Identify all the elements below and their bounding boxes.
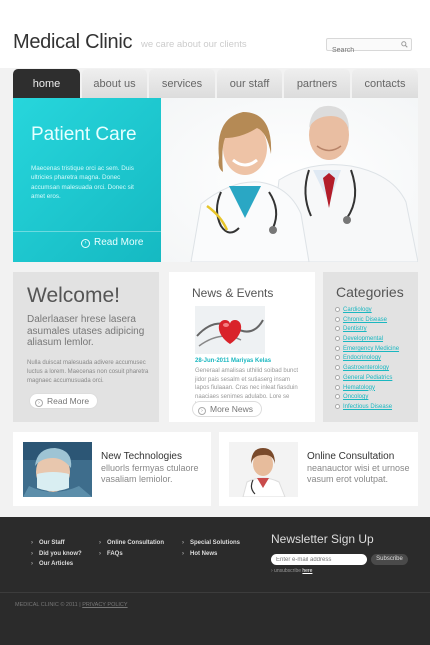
footer-links-column: Our Staff Did you know? Our Articles	[31, 538, 82, 570]
bullet-icon	[335, 394, 340, 400]
bullet-icon	[335, 384, 340, 390]
footer-link[interactable]: FAQs	[99, 549, 164, 560]
footer-links-column: Special Solutions Hot News	[182, 538, 240, 559]
bullet-icon	[335, 336, 340, 342]
main-nav: home about us services our staff partner…	[13, 69, 418, 98]
feature-new-technologies: New Technologies elluorls fermyas ctulao…	[13, 432, 211, 506]
arrow-circle-icon: ›	[198, 407, 206, 415]
header: Medical Clinic we care about our clients	[0, 0, 430, 68]
categories-block: Categories Cardiology Chronic Disease De…	[323, 272, 418, 422]
category-item[interactable]: Hematology	[335, 384, 399, 394]
tab-about-us[interactable]: about us	[82, 69, 147, 98]
hero-doctors-photo	[161, 98, 418, 262]
news-heart-stethoscope-image[interactable]	[195, 306, 265, 354]
footer-link[interactable]: Did you know?	[31, 549, 82, 560]
footer-divider	[0, 592, 430, 593]
bullet-icon	[335, 345, 340, 351]
footer-links-column: Online Consultation FAQs	[99, 538, 164, 559]
doctor-photo[interactable]	[229, 442, 298, 497]
hero-divider	[13, 231, 161, 232]
welcome-text: Nulla duiscat malesuada adivere accumuse…	[27, 360, 149, 384]
bullet-icon	[335, 307, 340, 312]
newsletter-title: Newsletter Sign Up	[271, 532, 374, 546]
bullet-icon	[335, 326, 340, 332]
search-icon[interactable]	[401, 41, 408, 48]
welcome-read-more-button[interactable]: › Read More	[29, 393, 99, 409]
categories-list: Cardiology Chronic Disease Dentistry Dev…	[335, 306, 399, 413]
category-item[interactable]: General Pediatrics	[335, 374, 399, 384]
category-item[interactable]: Developmental	[335, 335, 399, 345]
category-item[interactable]: Infectious Disease	[335, 403, 399, 413]
hero-read-more-label: Read More	[94, 237, 144, 248]
search-box	[326, 38, 412, 56]
copyright: MEDICAL CLINIC © 2011 | PRIVACY POLICY	[15, 602, 128, 608]
subscribe-button[interactable]: Subscribe	[371, 554, 408, 565]
tab-partners[interactable]: partners	[284, 69, 350, 98]
feature-online-consultation: Online Consultation neanauctor wisi et u…	[219, 432, 418, 506]
feature-text: elluorls fermyas ctulaore vasaliam lemio…	[101, 463, 199, 484]
footer-link[interactable]: Online Consultation	[99, 538, 164, 549]
privacy-policy-link[interactable]: PRIVACY POLICY	[82, 602, 127, 608]
footer-link[interactable]: Our Articles	[31, 559, 82, 570]
tab-services[interactable]: services	[149, 69, 215, 98]
feature-title[interactable]: New Technologies	[101, 451, 182, 462]
feature-title[interactable]: Online Consultation	[307, 451, 394, 462]
copyright-text: MEDICAL CLINIC © 2011 |	[15, 602, 81, 608]
hero-panel: Patient Care Maecenas tristique orci ac …	[13, 98, 161, 262]
search-input[interactable]	[327, 45, 397, 56]
footer: Our Staff Did you know? Our Articles Onl…	[0, 517, 430, 645]
news-block: News & Events 28-Jun-2011 Mariyas Kelas …	[169, 272, 315, 422]
news-date[interactable]: 28-Jun-2011 Mariyas Kelas	[195, 358, 271, 364]
more-news-button[interactable]: › More News	[192, 401, 262, 417]
bullet-icon	[335, 365, 340, 371]
hero-title: Patient Care	[31, 124, 137, 145]
categories-title: Categories	[336, 284, 404, 300]
category-item[interactable]: Cardiology	[335, 306, 399, 316]
bullet-icon	[335, 355, 340, 361]
category-item[interactable]: Endocrinology	[335, 354, 399, 364]
category-item[interactable]: Chronic Disease	[335, 316, 399, 326]
unsubscribe-text: › unsubscribe here	[271, 568, 312, 574]
tab-contacts[interactable]: contacts	[352, 69, 418, 98]
feature-text: neanauctor wisi et urnose vasum erot vol…	[307, 463, 410, 484]
arrow-circle-icon: ›	[35, 399, 43, 407]
category-item[interactable]: Emergency Medicine	[335, 345, 399, 355]
footer-link[interactable]: Special Solutions	[182, 538, 240, 549]
surgeon-photo[interactable]	[23, 442, 92, 497]
site-slogan: we care about our clients	[141, 39, 247, 50]
category-item[interactable]: Oncology	[335, 393, 399, 403]
tab-home[interactable]: home	[13, 69, 80, 98]
welcome-title: Welcome!	[27, 284, 120, 307]
welcome-lead: Dalerlaaser hrese lasera asumales utases…	[27, 314, 145, 348]
newsletter-email-input[interactable]	[271, 554, 367, 565]
unsubscribe-link[interactable]: here	[302, 568, 312, 574]
tab-our-staff[interactable]: our staff	[217, 69, 282, 98]
welcome-read-more-label: Read More	[47, 396, 90, 406]
footer-link[interactable]: Hot News	[182, 549, 240, 560]
category-item[interactable]: Gastroenterology	[335, 364, 399, 374]
footer-link[interactable]: Our Staff	[31, 538, 82, 549]
welcome-block: Welcome! Dalerlaaser hrese lasera asumal…	[13, 272, 159, 422]
hero-read-more-link[interactable]: › Read More	[81, 237, 143, 248]
category-item[interactable]: Dentistry	[335, 325, 399, 335]
more-news-label: More News	[210, 404, 253, 414]
site-logo[interactable]: Medical Clinic	[13, 31, 132, 54]
hero-text: Maecenas tristique orci ac sem. Duis ult…	[31, 165, 134, 201]
bullet-icon	[335, 316, 340, 322]
arrow-circle-icon: ›	[81, 239, 90, 248]
bullet-icon	[335, 403, 340, 409]
news-title: News & Events	[192, 286, 274, 300]
unsubscribe-prefix: › unsubscribe	[271, 568, 302, 574]
bullet-icon	[335, 374, 340, 380]
